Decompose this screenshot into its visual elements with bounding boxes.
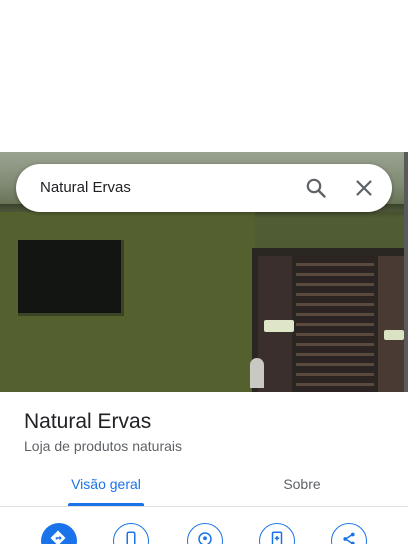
- save-button[interactable]: [259, 523, 295, 544]
- scrollbar[interactable]: [404, 152, 408, 412]
- call-button[interactable]: [113, 523, 149, 544]
- tab-overview[interactable]: Visão geral: [24, 476, 188, 492]
- location-pin-icon: [198, 532, 212, 544]
- directions-icon: [50, 530, 66, 544]
- search-icon[interactable]: [304, 176, 328, 200]
- save-icon: [271, 531, 283, 544]
- nearby-button[interactable]: [187, 523, 223, 544]
- phone-icon: [126, 531, 136, 544]
- place-details-sheet: Natural Ervas Loja de produtos naturais …: [0, 392, 408, 544]
- directions-button[interactable]: [41, 523, 77, 544]
- top-blank-area: [0, 0, 408, 152]
- share-button[interactable]: [331, 523, 367, 544]
- door-glass-shelves: [296, 256, 374, 392]
- door-sign: [264, 320, 294, 332]
- door-sign-secondary: [384, 330, 404, 340]
- close-icon[interactable]: [352, 176, 376, 200]
- place-category: Loja de produtos naturais: [24, 438, 182, 454]
- place-title: Natural Ervas: [24, 410, 152, 433]
- share-icon: [343, 532, 355, 544]
- tab-about[interactable]: Sobre: [220, 476, 384, 492]
- door-reflection: [250, 358, 264, 388]
- search-bar[interactable]: Natural Ervas: [16, 164, 392, 212]
- door-glass-right: [378, 256, 404, 392]
- storefront-window: [18, 240, 124, 316]
- search-input[interactable]: Natural Ervas: [40, 179, 131, 196]
- tab-divider: [0, 506, 408, 507]
